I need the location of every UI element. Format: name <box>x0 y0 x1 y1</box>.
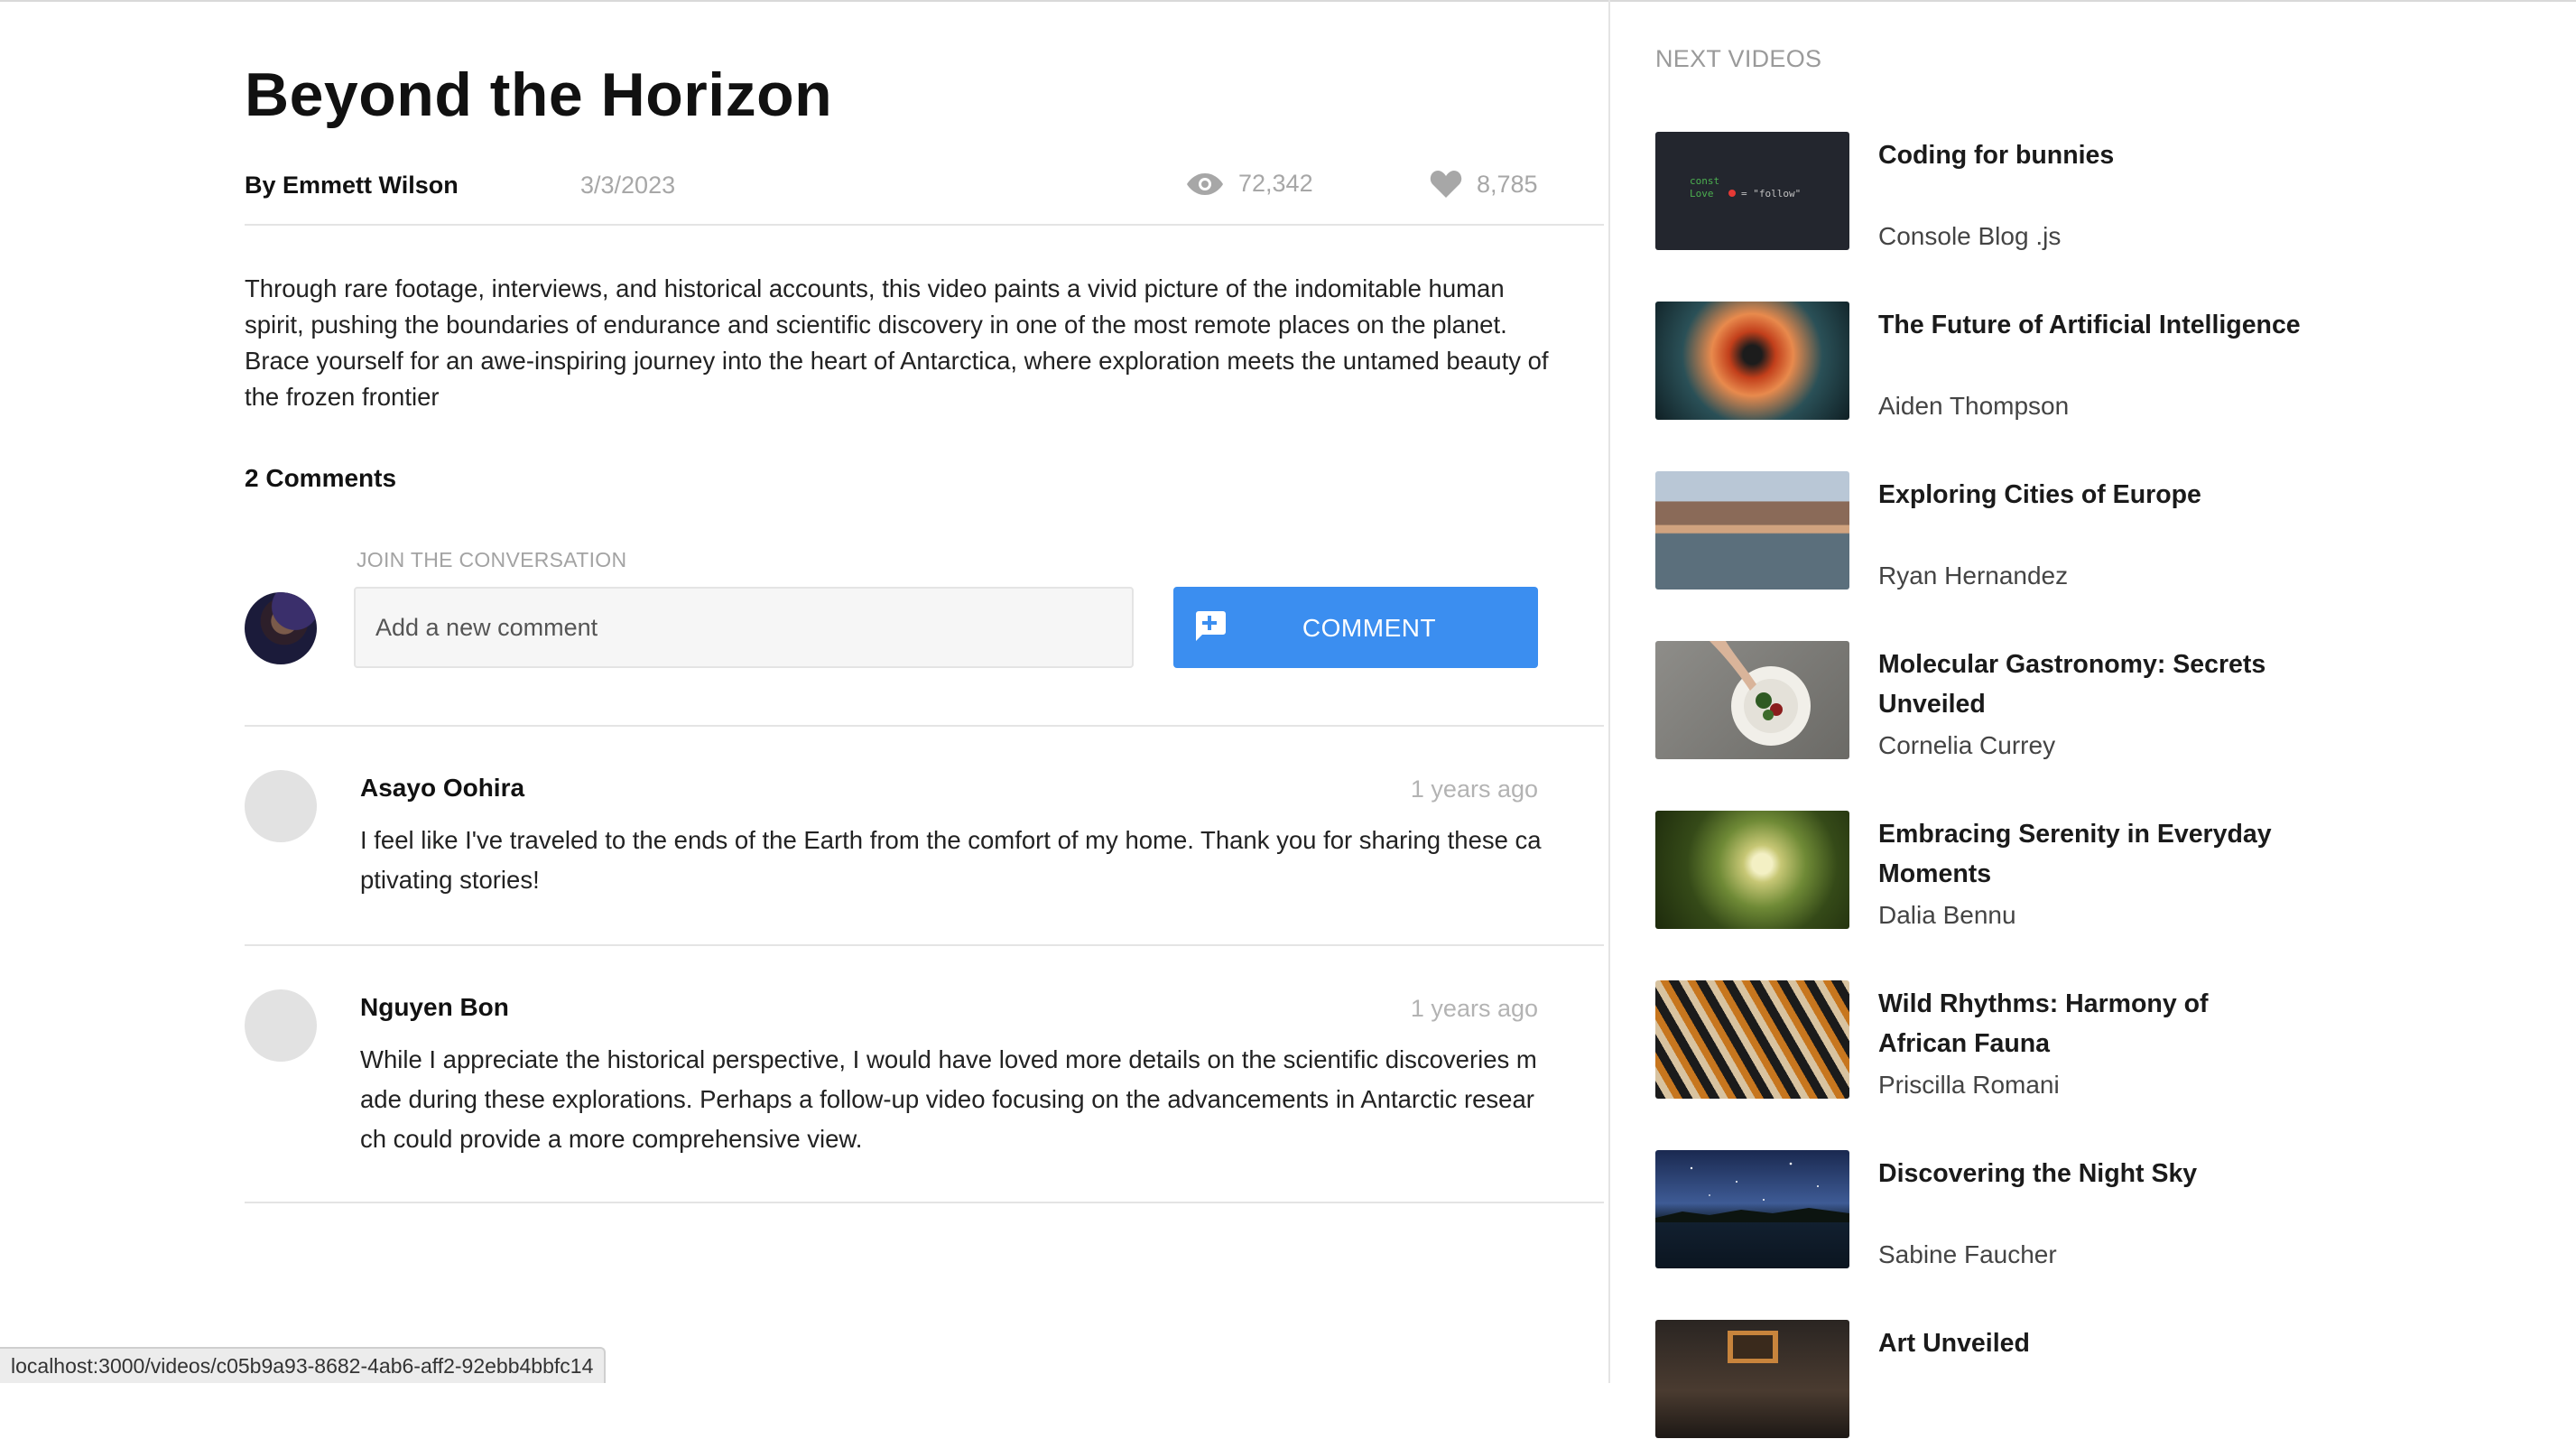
video-title[interactable]: Molecular Gastronomy: Secrets Unveiled <box>1878 645 2303 724</box>
eye-icon <box>1187 172 1223 195</box>
video-title: Beyond the Horizon <box>245 60 833 129</box>
next-video-item[interactable]: Molecular Gastronomy: Secrets Unveiled C… <box>1655 641 2468 760</box>
video-meta-row: By Emmett Wilson 3/3/2023 72,342 8,785 <box>245 170 1604 226</box>
video-author: Dalia Bennu <box>1878 901 2016 929</box>
video-author: Ryan Hernandez <box>1878 562 2069 590</box>
commenter-avatar <box>245 770 317 842</box>
video-thumbnail[interactable] <box>1655 302 1849 420</box>
video-title[interactable]: Art Unveiled <box>1878 1323 2303 1363</box>
video-author: Console Blog .js <box>1878 222 2062 250</box>
likes-counter[interactable]: 8,785 <box>1430 170 1538 199</box>
video-thumbnail[interactable] <box>1655 641 1849 759</box>
comment-button-label: COMMENT <box>1302 614 1437 642</box>
video-title[interactable]: Embracing Serenity in Everyday Moments <box>1878 814 2303 894</box>
next-video-item[interactable]: const Love = "follow" Coding for bunnies… <box>1655 132 2468 251</box>
likes-count: 8,785 <box>1477 170 1538 198</box>
svg-text:const: const <box>1690 175 1719 187</box>
gallery-thumbnail-art <box>1728 1331 1778 1363</box>
comments-count: 2 Comments <box>245 464 397 492</box>
video-thumbnail[interactable]: const Love = "follow" <box>1655 132 1849 250</box>
divider <box>245 725 1604 727</box>
video-date: 3/3/2023 <box>580 172 676 199</box>
night-sky-thumbnail-art <box>1655 1162 1849 1222</box>
video-thumbnail[interactable] <box>1655 471 1849 590</box>
svg-text:Love: Love <box>1690 188 1714 200</box>
video-thumbnail[interactable] <box>1655 1150 1849 1268</box>
next-video-item[interactable]: Embracing Serenity in Everyday Moments D… <box>1655 811 2468 930</box>
next-videos-sidebar: NEXT VIDEOS const Love = "follow" Coding… <box>1608 0 2576 1438</box>
next-video-item[interactable]: Discovering the Night Sky Sabine Faucher <box>1655 1150 2468 1269</box>
svg-text:= "follow": = "follow" <box>1741 188 1801 200</box>
comment-input[interactable] <box>354 587 1134 668</box>
video-title[interactable]: The Future of Artificial Intelligence <box>1878 305 2303 345</box>
comment-author: Nguyen Bon <box>360 993 509 1021</box>
video-title[interactable]: Exploring Cities of Europe <box>1878 475 2303 515</box>
video-description: Through rare footage, interviews, and hi… <box>245 274 1549 411</box>
next-video-item[interactable]: Wild Rhythms: Harmony of African Fauna P… <box>1655 980 2468 1100</box>
code-thumbnail-art: const Love = "follow" <box>1690 175 1801 200</box>
video-thumbnail[interactable] <box>1655 811 1849 929</box>
heart-icon[interactable] <box>1430 170 1462 199</box>
video-author: Priscilla Romani <box>1878 1071 2060 1099</box>
next-video-item[interactable]: The Future of Artificial Intelligence Ai… <box>1655 302 2468 421</box>
video-title[interactable]: Wild Rhythms: Harmony of African Fauna <box>1878 984 2303 1063</box>
commenter-avatar <box>245 989 317 1062</box>
comment-item: Nguyen Bon 1 years ago While I appreciat… <box>245 989 1604 1206</box>
comment-timestamp: 1 years ago <box>1410 995 1538 1022</box>
video-details: Beyond the Horizon By Emmett Wilson 3/3/… <box>245 0 1604 1383</box>
views-count: 72,342 <box>1238 170 1313 197</box>
divider <box>245 944 1604 946</box>
divider <box>245 1202 1604 1203</box>
comment-author: Asayo Oohira <box>360 774 525 802</box>
next-video-item[interactable]: Exploring Cities of Europe Ryan Hernande… <box>1655 471 2468 590</box>
video-thumbnail[interactable] <box>1655 980 1849 1099</box>
video-title[interactable]: Coding for bunnies <box>1878 135 2303 175</box>
comment-text: While I appreciate the historical perspe… <box>360 1045 1537 1153</box>
video-thumbnail[interactable] <box>1655 1320 1849 1438</box>
video-author: Sabine Faucher <box>1878 1240 2057 1268</box>
video-title[interactable]: Discovering the Night Sky <box>1878 1154 2303 1193</box>
views-counter: 72,342 <box>1186 170 1313 198</box>
comment-button[interactable]: COMMENT <box>1173 587 1538 668</box>
current-user-avatar <box>245 592 317 664</box>
next-videos-heading: NEXT VIDEOS <box>1655 45 1822 72</box>
dish-thumbnail-art <box>1710 641 1811 746</box>
comment-item: Asayo Oohira 1 years ago I feel like I'v… <box>245 770 1604 951</box>
comment-text: I feel like I've traveled to the ends of… <box>360 826 1542 894</box>
link-status-bar: localhost:3000/videos/c05b9a93-8682-4ab6… <box>0 1347 607 1383</box>
join-conversation-label: JOIN THE CONVERSATION <box>357 548 627 571</box>
video-author: Aiden Thompson <box>1878 392 2070 420</box>
comment-timestamp: 1 years ago <box>1410 775 1538 803</box>
video-author: Cornelia Currey <box>1878 731 2056 759</box>
next-video-item[interactable]: Art Unveiled <box>1655 1320 2468 1439</box>
video-author[interactable]: By Emmett Wilson <box>245 172 459 200</box>
